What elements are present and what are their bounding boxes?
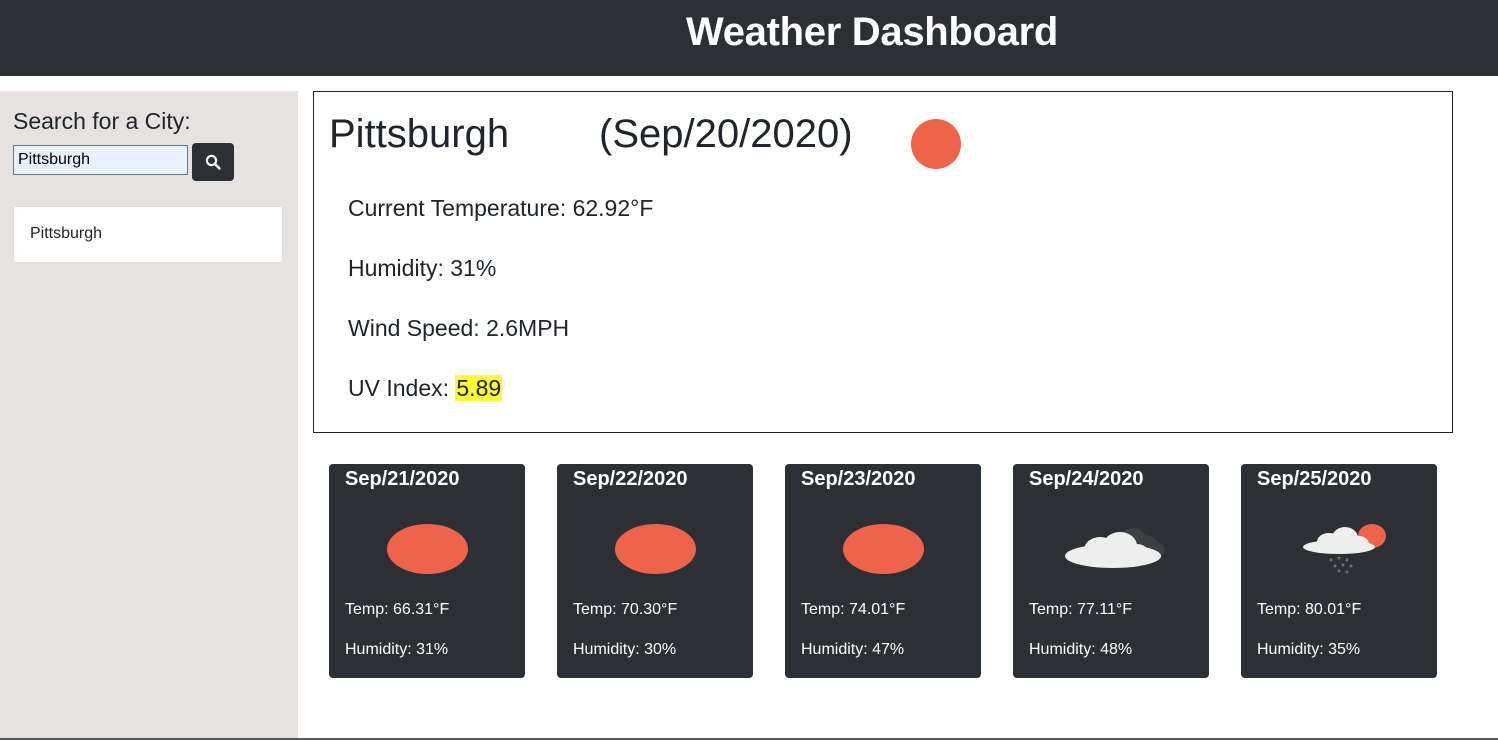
forecast-humidity: Humidity: 35% [1257, 641, 1361, 658]
search-history-item[interactable]: Pittsburgh [13, 206, 283, 263]
forecast-temp: Temp: 70.30°F [573, 601, 678, 618]
forecast-humidity: Humidity: 48% [1029, 641, 1133, 658]
forecast-temp: Temp: 74.01°F [801, 601, 906, 618]
forecast-date: Sep/23/2020 [801, 468, 916, 490]
forecast-temp: Temp: 77.11°F [1029, 601, 1133, 618]
sun-icon [381, 516, 481, 580]
uv-index-label: UV Index: [348, 375, 456, 401]
rain-sun-icon [1303, 524, 1386, 574]
current-weather-panel: Pittsburgh (Sep/20/2020) Current Tempera… [313, 91, 1453, 433]
forecast-temp: Temp: 80.01°F [1257, 601, 1362, 618]
current-wind-speed: Wind Speed: 2.6MPH [348, 315, 570, 341]
forecast-card: Sep/23/2020 Temp: 74.01°F Humidity: 47% [785, 464, 981, 678]
cloudy-icon [1065, 528, 1165, 568]
forecast-date: Sep/21/2020 [345, 468, 460, 490]
sun-icon [911, 119, 961, 169]
sun-icon [609, 516, 709, 580]
forecast-card: Sep/22/2020 Temp: 70.30°F Humidity: 30% [557, 464, 753, 678]
current-humidity: Humidity: 31% [348, 255, 497, 281]
forecast-humidity: Humidity: 31% [345, 641, 449, 658]
app-header: Weather Dashboard [0, 0, 1498, 76]
forecast-humidity: Humidity: 47% [801, 641, 905, 658]
uv-index-value: 5.89 [455, 375, 503, 401]
current-uv-index: UV Index: 5.89 [348, 373, 503, 403]
current-date: (Sep/20/2020) [599, 112, 853, 156]
current-city: Pittsburgh [329, 112, 510, 156]
sidebar: Search for a City: Pittsburgh [0, 91, 298, 740]
forecast-date: Sep/22/2020 [573, 468, 688, 490]
forecast-humidity: Humidity: 30% [573, 641, 677, 658]
forecast-date: Sep/24/2020 [1029, 468, 1144, 490]
forecast-card: Sep/25/2020 Temp: 80.01°F Humidity: 35% [1241, 464, 1437, 678]
search-button[interactable] [192, 143, 234, 181]
search-label: Search for a City: [13, 108, 191, 134]
forecast-card: Sep/24/2020 Temp: 77.11°F Humidity: 48% [1013, 464, 1209, 678]
forecast-temp: Temp: 66.31°F [345, 601, 450, 618]
sun-icon [837, 516, 937, 580]
page-title: Weather Dashboard [685, 10, 1059, 54]
search-icon [205, 154, 221, 170]
forecast-card: Sep/21/2020 Temp: 66.31°F Humidity: 31% [329, 464, 525, 678]
forecast-date: Sep/25/2020 [1257, 468, 1372, 490]
search-input[interactable] [13, 145, 188, 175]
current-temperature: Current Temperature: 62.92°F [348, 195, 654, 221]
